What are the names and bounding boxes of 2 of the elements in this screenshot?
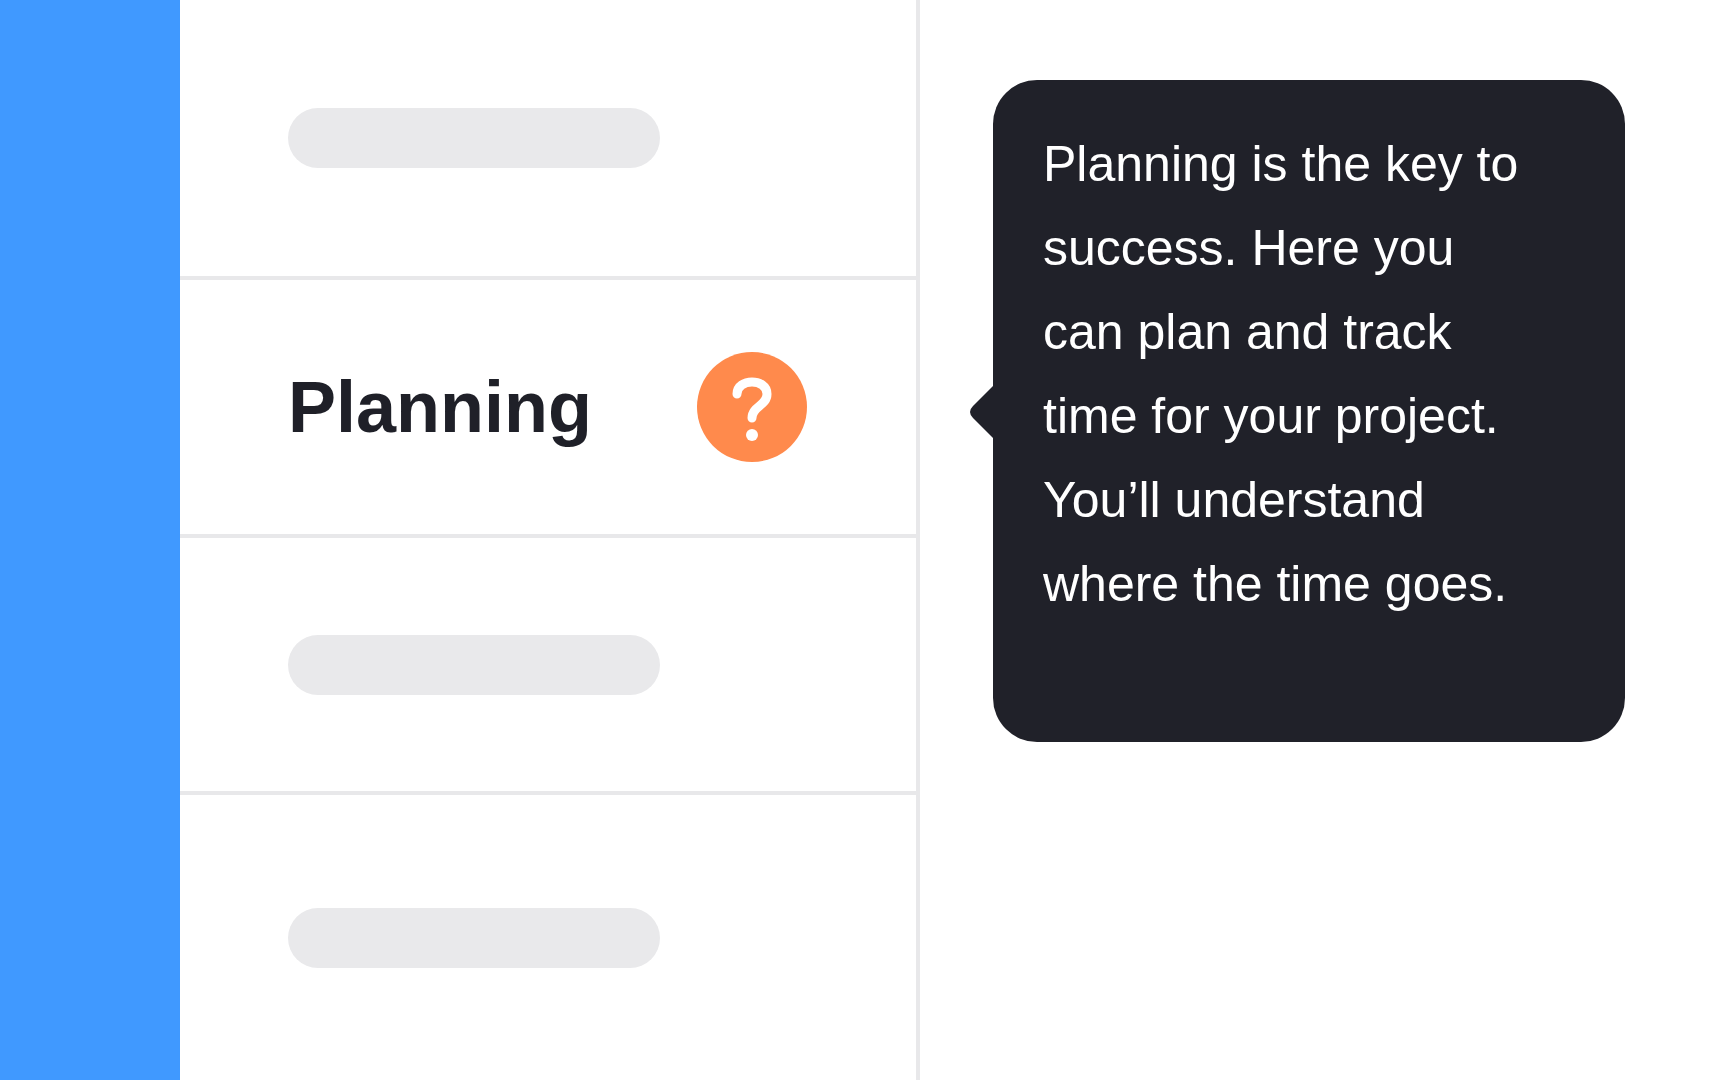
tooltip-text: Planning is the key to success. Here you can plan and track time for your project. You’ll understand where the time goes. bbox=[1043, 135, 1520, 614]
help-icon[interactable] bbox=[697, 352, 807, 462]
